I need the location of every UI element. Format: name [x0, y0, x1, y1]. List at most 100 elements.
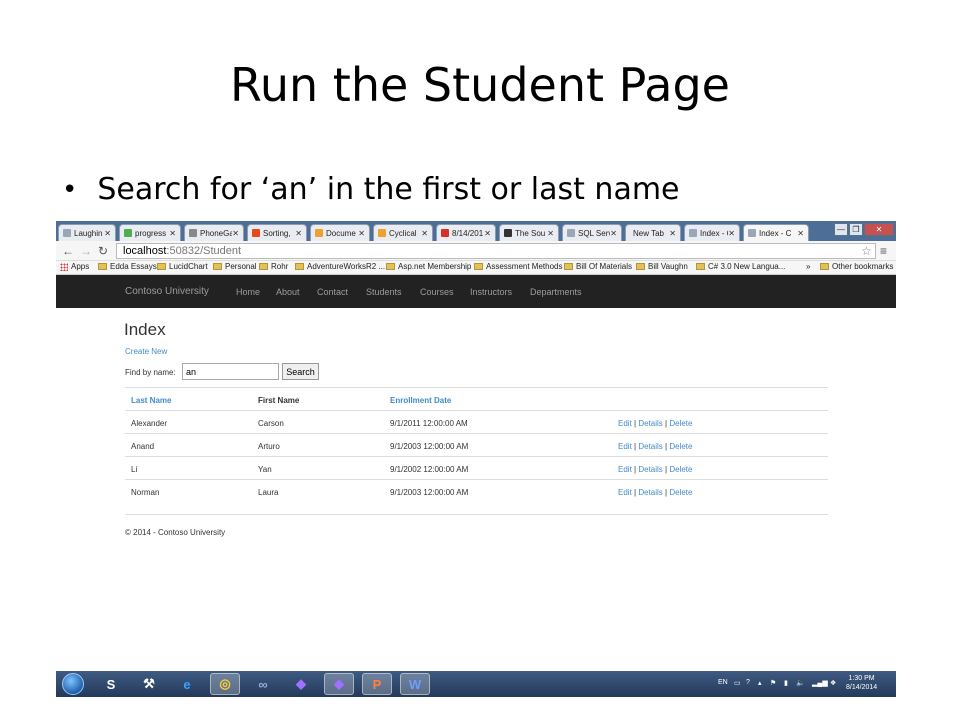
nav-instructors[interactable]: Instructors	[470, 287, 512, 297]
help-icon[interactable]: ?	[746, 679, 750, 686]
search-input[interactable]	[182, 363, 279, 380]
close-icon[interactable]: ✕	[169, 229, 176, 238]
nav-about[interactable]: About	[276, 287, 300, 297]
search-button[interactable]: Search	[282, 363, 319, 380]
page-title: Index	[124, 320, 166, 339]
site-footer: © 2014 - Contoso University	[125, 528, 226, 537]
tab-2[interactable]: PhoneGa ✕	[184, 224, 244, 241]
close-icon[interactable]: ✕	[421, 229, 428, 238]
address-bar[interactable]: localhost:50832/Student	[116, 243, 876, 259]
close-icon[interactable]: ✕	[104, 229, 111, 238]
visual-studio-icon[interactable]: ◆	[324, 673, 354, 695]
site-brand-link[interactable]: Contoso University	[125, 286, 209, 297]
maximize-button[interactable]: ❐	[849, 223, 863, 236]
details-link[interactable]: Details	[638, 488, 662, 497]
nav-students[interactable]: Students	[366, 287, 402, 297]
tab-5[interactable]: Cyclical ✕	[373, 224, 433, 241]
taskbar-app-tools[interactable]: ⚒	[134, 673, 164, 695]
chrome-icon[interactable]: ◎	[210, 673, 240, 695]
minimize-button[interactable]: —	[834, 223, 848, 236]
bookmark-item[interactable]: Edda Essays	[98, 262, 157, 271]
forward-arrow-icon[interactable]: →	[80, 244, 92, 258]
close-icon[interactable]: ✕	[358, 229, 365, 238]
internet-explorer-icon[interactable]: e	[172, 673, 202, 695]
close-icon[interactable]: ✕	[669, 229, 676, 238]
close-icon[interactable]: ✕	[728, 229, 735, 238]
reload-icon[interactable]: ↻	[98, 244, 108, 258]
word-icon[interactable]: W	[400, 673, 430, 695]
bookmark-item[interactable]: C# 3.0 New Langua...	[696, 262, 785, 271]
cell-enrollment-date: 9/1/2011 12:00:00 AM	[390, 419, 468, 428]
delete-link[interactable]: Delete	[669, 419, 692, 428]
menu-icon[interactable]: ≡	[880, 244, 887, 258]
close-icon[interactable]: ✕	[610, 229, 617, 238]
volume-icon[interactable]: 🔈	[796, 679, 805, 687]
tab-label: Docume	[326, 228, 356, 238]
star-icon[interactable]: ☆	[861, 244, 872, 258]
close-icon[interactable]: ✕	[547, 229, 554, 238]
tab-label: Index - C	[700, 228, 728, 238]
details-link[interactable]: Details	[638, 442, 662, 451]
bookmark-item[interactable]: Personal	[213, 262, 257, 271]
details-link[interactable]: Details	[638, 419, 662, 428]
powerpoint-icon[interactable]: P	[362, 673, 392, 695]
details-link[interactable]: Details	[638, 465, 662, 474]
edit-link[interactable]: Edit	[618, 419, 632, 428]
tab-9[interactable]: New Tab ✕	[625, 224, 681, 241]
tab-0[interactable]: Laughin ✕	[58, 224, 116, 241]
edit-link[interactable]: Edit	[618, 488, 632, 497]
delete-link[interactable]: Delete	[669, 442, 692, 451]
sort-enrollment-date-link[interactable]: Enrollment Date	[390, 396, 451, 405]
tab-7[interactable]: The Sou ✕	[499, 224, 559, 241]
close-icon[interactable]: ✕	[797, 229, 804, 238]
tab-11-active[interactable]: Index - C ✕	[743, 224, 809, 241]
bookmark-item[interactable]: Bill Vaughn	[636, 262, 688, 271]
row-actions: Edit | Details | Delete	[618, 488, 692, 497]
bookmark-item[interactable]: LucidChart	[157, 262, 208, 271]
tab-3[interactable]: Sorting, ✕	[247, 224, 307, 241]
bookmarks-overflow-button[interactable]: »	[806, 262, 810, 271]
nav-home[interactable]: Home	[236, 287, 260, 297]
taskbar-app-infinity[interactable]: ∞	[248, 673, 278, 695]
nav-courses[interactable]: Courses	[420, 287, 454, 297]
close-icon[interactable]: ✕	[232, 229, 239, 238]
bookmark-apps[interactable]: Apps	[60, 262, 89, 271]
delete-link[interactable]: Delete	[669, 488, 692, 497]
start-button[interactable]	[62, 673, 84, 695]
notifications-icon[interactable]: ▴	[758, 679, 762, 687]
bookmark-item[interactable]: Bill Of Materials	[564, 262, 632, 271]
close-window-button[interactable]: ✕	[864, 223, 894, 236]
network-icon[interactable]: ▂▄▆	[812, 679, 828, 687]
tab-6[interactable]: 8/14/201 ✕	[436, 224, 496, 241]
tab-1[interactable]: progress ✕	[119, 224, 181, 241]
bookmark-item[interactable]: Assessment Methods	[474, 262, 562, 271]
language-indicator[interactable]: EN	[718, 679, 728, 686]
dropbox-icon[interactable]: ❖	[830, 679, 836, 687]
bookmark-item[interactable]: Rohr	[259, 262, 288, 271]
edit-link[interactable]: Edit	[618, 442, 632, 451]
system-clock[interactable]: 1:30 PM 8/14/2014	[846, 674, 877, 692]
create-new-link[interactable]: Create New	[125, 347, 167, 356]
tab-10[interactable]: Index - C✕	[684, 224, 740, 241]
nav-contact[interactable]: Contact	[317, 287, 348, 297]
close-icon[interactable]: ✕	[295, 229, 302, 238]
students-table: Last Name First Name Enrollment Date Ale…	[125, 387, 828, 515]
taskbar-app-s[interactable]: S	[96, 673, 126, 695]
edit-link[interactable]: Edit	[618, 465, 632, 474]
power-icon[interactable]: ▮	[784, 679, 788, 687]
visual-studio-icon[interactable]: ◆	[286, 673, 316, 695]
tab-favicon-icon	[567, 229, 575, 237]
bookmark-item[interactable]: Asp.net Membership	[386, 262, 471, 271]
separator: |	[634, 465, 637, 474]
tab-4[interactable]: Docume ✕	[310, 224, 370, 241]
nav-departments[interactable]: Departments	[530, 287, 582, 297]
bookmark-item[interactable]: AdventureWorksR2 ...	[295, 262, 385, 271]
back-arrow-icon[interactable]: ←	[62, 244, 74, 258]
close-icon[interactable]: ✕	[484, 229, 491, 238]
bookmark-item[interactable]: Other bookmarks	[820, 262, 893, 271]
tab-8[interactable]: SQL Serv ✕	[562, 224, 622, 241]
flag-icon[interactable]: ⚑	[770, 679, 776, 687]
delete-link[interactable]: Delete	[669, 465, 692, 474]
sort-last-name-link[interactable]: Last Name	[131, 396, 171, 405]
keyboard-icon[interactable]: ▭	[734, 679, 741, 687]
